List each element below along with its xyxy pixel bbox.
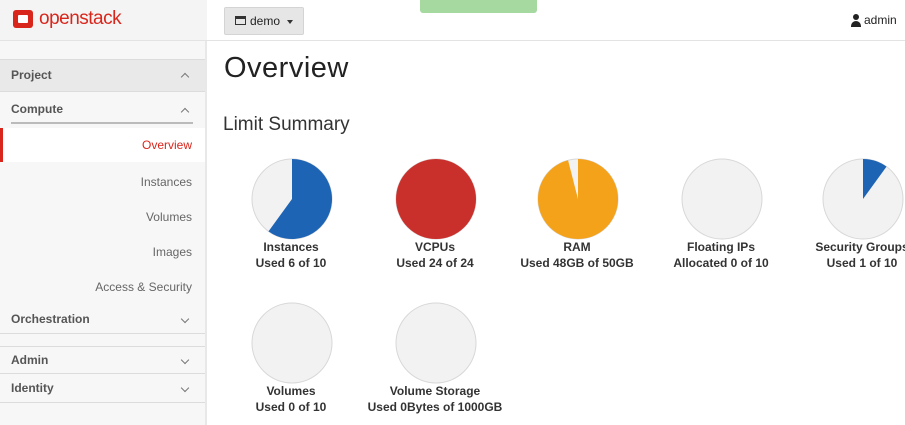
- sidebar-item-volumes[interactable]: Volumes: [0, 200, 205, 234]
- user-menu-label: admin: [864, 13, 897, 27]
- quota-usage: Used 0Bytes of 1000GB: [367, 400, 503, 414]
- pie-background: [251, 302, 333, 384]
- openstack-logo-icon: [13, 10, 33, 28]
- sidebar-section-orchestration[interactable]: Orchestration: [0, 307, 205, 334]
- sidebar-item-images[interactable]: Images: [0, 235, 205, 269]
- user-menu-button[interactable]: admin: [843, 12, 905, 30]
- chevron-down-icon: [180, 355, 190, 365]
- chevron-down-icon: [180, 314, 190, 324]
- pie-chart: [395, 158, 477, 240]
- decorative-tab: [420, 0, 537, 13]
- pie-chart: [681, 158, 763, 240]
- limit-summary-heading: Limit Summary: [223, 114, 350, 135]
- quota-title: Security Groups: [815, 240, 905, 254]
- top-navbar: openstack demo admin: [0, 0, 905, 41]
- section-divider: [11, 122, 193, 124]
- sidebar-section-label: Admin: [11, 353, 49, 367]
- pie-background: [395, 302, 477, 384]
- window-icon: [235, 16, 246, 25]
- sidebar-section-label: Identity: [11, 381, 54, 395]
- sidebar-section-label: Project: [11, 68, 52, 82]
- sidebar: Project Compute Overview Instances Volum…: [0, 41, 207, 425]
- sidebar-section-identity[interactable]: Identity: [0, 376, 205, 403]
- pie-background: [681, 158, 763, 240]
- user-icon: [851, 14, 861, 27]
- pie-chart: [822, 158, 904, 240]
- brand[interactable]: openstack: [0, 0, 207, 40]
- project-switcher-button[interactable]: demo: [224, 7, 304, 35]
- sidebar-section-admin[interactable]: Admin: [0, 346, 205, 374]
- quota-title: Volume Storage: [389, 384, 481, 398]
- pie-chart: [251, 158, 333, 240]
- pie-slice-used: [396, 159, 476, 239]
- quota-pie-security-groups: Security Groups Used 1 of 10: [772, 158, 905, 270]
- chevron-down-icon: [180, 383, 190, 393]
- sidebar-section-compute[interactable]: Compute: [0, 95, 205, 124]
- sidebar-section-project[interactable]: Project: [0, 59, 205, 92]
- chevron-up-icon: [180, 72, 190, 82]
- pie-chart: [395, 302, 477, 384]
- pie-chart: [251, 302, 333, 384]
- sidebar-item-access-security[interactable]: Access & Security: [0, 270, 205, 304]
- pie-chart: [537, 158, 619, 240]
- sidebar-section-label: Compute: [11, 102, 63, 116]
- quota-usage: Used 1 of 10: [826, 256, 898, 270]
- quota-pie-volume-storage: Volume Storage Used 0Bytes of 1000GB: [345, 302, 525, 414]
- pie-slice-used: [538, 159, 618, 239]
- sidebar-item-overview[interactable]: Overview: [0, 128, 205, 162]
- project-switcher-label: demo: [250, 14, 281, 28]
- sidebar-item-instances[interactable]: Instances: [0, 165, 205, 199]
- sidebar-section-label: Orchestration: [11, 312, 90, 326]
- chevron-up-icon: [180, 107, 190, 117]
- brand-name: openstack: [39, 8, 122, 29]
- page-title: Overview: [224, 52, 349, 84]
- caret-down-icon: [287, 20, 293, 24]
